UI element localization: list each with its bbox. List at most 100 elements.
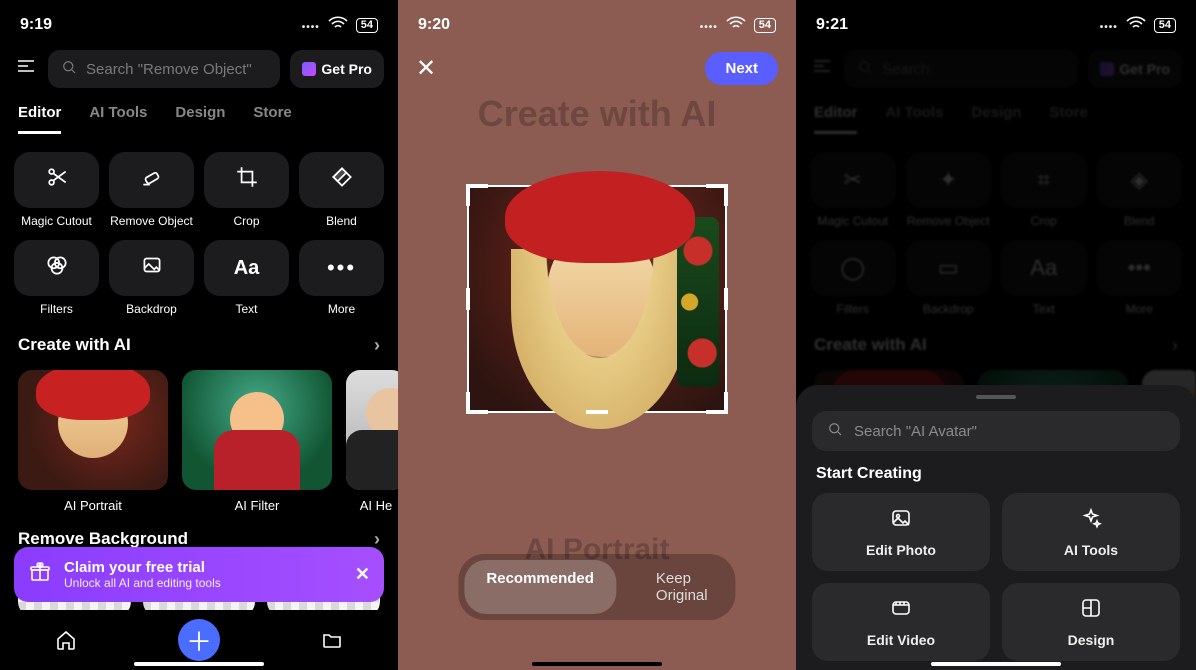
video-icon (889, 596, 913, 626)
search-icon (60, 58, 78, 80)
ghost-heading: Create with AI (398, 93, 796, 135)
tool-label: Filters (14, 302, 99, 316)
tab-design[interactable]: Design (175, 104, 225, 134)
search-placeholder: Search "Remove Object" (86, 61, 252, 78)
card-ai-filter[interactable]: AI Filter (182, 370, 332, 513)
status-bar: 9:19 54 (0, 0, 398, 40)
trial-banner[interactable]: Claim your free trial Unlock all AI and … (14, 547, 384, 602)
tab-ai-tools[interactable]: AI Tools (89, 104, 147, 134)
tool-label: More (299, 302, 384, 316)
battery-icon: 54 (754, 18, 776, 33)
tool-backdrop[interactable]: Backdrop (109, 240, 194, 316)
image-content (677, 217, 719, 387)
get-pro-button[interactable]: Get Pro (290, 50, 384, 88)
cell-dots-icon (302, 18, 320, 33)
home-indicator[interactable] (134, 662, 264, 666)
close-icon[interactable]: ✕ (416, 54, 436, 83)
search-icon (826, 420, 844, 442)
tool-label: Crop (204, 214, 289, 228)
seg-keep-original[interactable]: Keep Original (634, 560, 730, 614)
card-label: AI Filter (182, 498, 332, 513)
bottom-nav: ＋ (0, 610, 398, 670)
tool-remove-object[interactable]: Remove Object (109, 152, 194, 228)
next-button[interactable]: Next (705, 52, 778, 85)
nav-add[interactable]: ＋ (178, 619, 220, 661)
section-title: Create with AI (18, 335, 131, 355)
tool-magic-cutout[interactable]: Magic Cutout (14, 152, 99, 228)
create-ai-header[interactable]: Create with AI › (0, 327, 398, 364)
scissors-icon (44, 164, 70, 196)
image-content (511, 249, 689, 429)
menu-icon[interactable] (14, 54, 38, 84)
status-time: 9:21 (816, 16, 848, 34)
tool-label: Backdrop (109, 302, 194, 316)
status-right: 54 (302, 12, 378, 39)
edit-photo-icon (889, 506, 913, 536)
cell-dots-icon (700, 18, 718, 33)
banner-title: Claim your free trial (64, 559, 343, 576)
battery-icon: 54 (356, 18, 378, 33)
crop-handle[interactable] (586, 184, 608, 188)
backdrop-icon (139, 252, 165, 284)
crop-handle[interactable] (466, 392, 470, 414)
card-ai-headshot[interactable]: AI He (346, 370, 398, 513)
start-creating-sheet: Search "AI Avatar" Start Creating Edit P… (796, 385, 1196, 670)
wifi-icon (326, 12, 350, 39)
status-bar: 9:21 54 (796, 0, 1196, 40)
battery-icon: 54 (1154, 18, 1176, 33)
seg-recommended[interactable]: Recommended (464, 560, 616, 614)
sheet-search-placeholder: Search "AI Avatar" (854, 423, 977, 440)
wifi-icon (724, 12, 748, 39)
text-icon: Aa (234, 257, 260, 280)
close-icon[interactable]: ✕ (355, 564, 370, 585)
banner-subtitle: Unlock all AI and editing tools (64, 576, 343, 590)
sheet-search-input[interactable]: Search "AI Avatar" (812, 411, 1180, 451)
card-edit-video[interactable]: Edit Video (812, 583, 990, 661)
eraser-icon (139, 164, 165, 196)
wand-icon (302, 62, 316, 76)
crop-icon (234, 164, 260, 196)
sparkle-icon (1079, 506, 1103, 536)
tool-more[interactable]: ••• More (299, 240, 384, 316)
more-icon: ••• (327, 255, 356, 281)
layout-icon (1079, 596, 1103, 626)
crop-handle[interactable] (586, 410, 608, 414)
home-indicator[interactable] (532, 662, 662, 666)
home-indicator[interactable] (931, 662, 1061, 666)
status-time: 9:20 (418, 16, 450, 34)
sheet-title: Start Creating (816, 465, 1176, 483)
card-label: Edit Photo (866, 542, 936, 558)
crop-handle[interactable] (724, 392, 728, 414)
tool-text[interactable]: Aa Text (204, 240, 289, 316)
tab-editor[interactable]: Editor (18, 104, 61, 134)
crop-handle[interactable] (466, 184, 470, 206)
tool-label: Remove Object (109, 214, 194, 228)
crop-frame[interactable] (467, 185, 727, 413)
tool-blend[interactable]: Blend (299, 152, 384, 228)
nav-folder[interactable] (312, 620, 352, 660)
tab-store[interactable]: Store (253, 104, 291, 134)
crop-handle[interactable] (724, 288, 728, 310)
filters-icon (44, 252, 70, 284)
gift-icon (28, 560, 52, 590)
crop-handle[interactable] (466, 288, 470, 310)
get-pro-label: Get Pro (321, 61, 372, 77)
card-ai-tools[interactable]: AI Tools (1002, 493, 1180, 571)
card-label: AI Tools (1064, 542, 1118, 558)
tool-crop[interactable]: Crop (204, 152, 289, 228)
crop-handle[interactable] (724, 184, 728, 206)
card-label: Edit Video (867, 632, 935, 648)
card-label: Design (1068, 632, 1115, 648)
card-ai-portrait[interactable]: AI Portrait (18, 370, 168, 513)
status-time: 9:19 (20, 16, 52, 34)
card-edit-photo[interactable]: Edit Photo (812, 493, 990, 571)
card-label: AI He (346, 498, 398, 513)
tool-label: Blend (299, 214, 384, 228)
tool-filters[interactable]: Filters (14, 240, 99, 316)
sheet-grabber[interactable] (976, 395, 1016, 399)
wifi-icon (1124, 12, 1148, 39)
card-design[interactable]: Design (1002, 583, 1180, 661)
chevron-right-icon: › (374, 335, 380, 356)
nav-home[interactable] (46, 620, 86, 660)
search-input[interactable]: Search "Remove Object" (48, 50, 280, 88)
